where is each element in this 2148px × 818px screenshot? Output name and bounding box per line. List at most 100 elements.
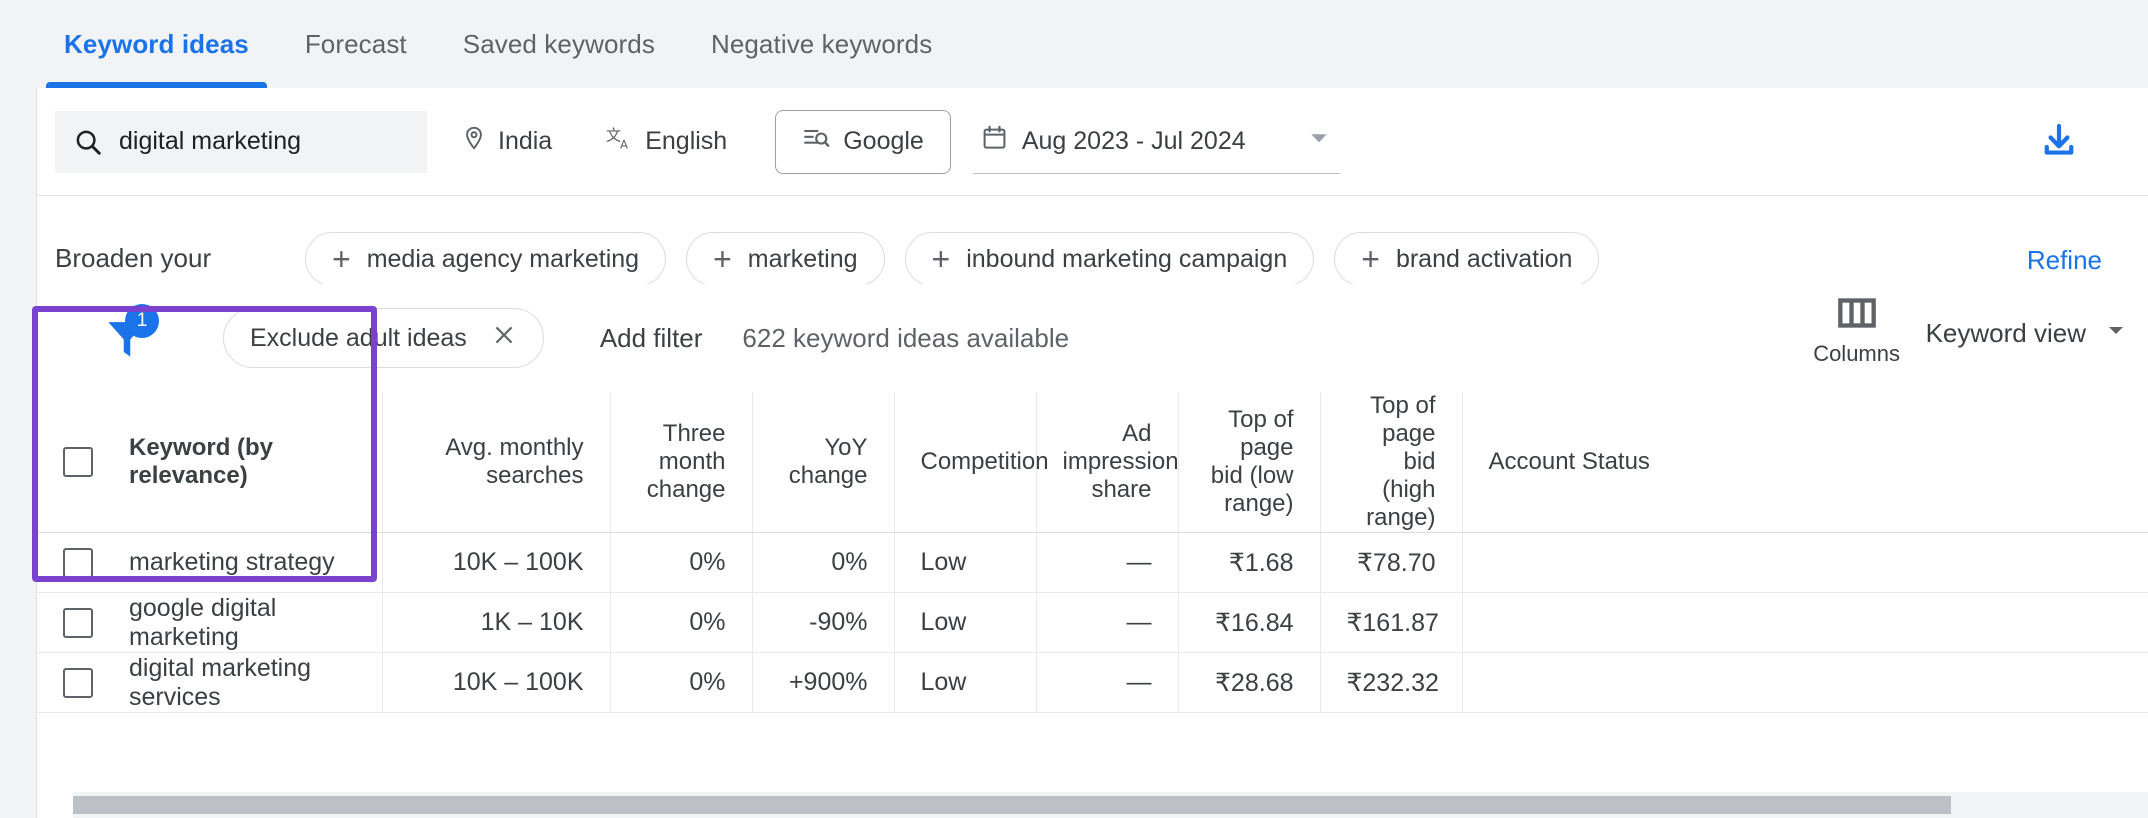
table-cell-three-month-change: 0% — [610, 652, 753, 713]
cell-value: 0% — [689, 548, 726, 576]
column-header[interactable]: Account Status — [1462, 392, 2148, 533]
table-cell-keyword: digital marketing services — [37, 652, 383, 713]
close-icon[interactable] — [491, 322, 517, 355]
cell-value: 1K – 10K — [480, 608, 584, 636]
column-header-label: Avg. monthly searches — [445, 434, 584, 489]
column-header-label: YoY change — [788, 434, 868, 489]
date-range-selector[interactable]: Aug 2023 - Jul 2024 — [972, 110, 1340, 174]
cell-value: Low — [920, 608, 967, 636]
add-filter-button[interactable]: Add filter — [600, 323, 703, 354]
translate-icon: 文A — [606, 124, 634, 159]
horizontal-scrollbar[interactable] — [73, 792, 2148, 818]
column-header[interactable]: Avg. monthly searches — [382, 392, 611, 533]
language-selector[interactable]: 文A English — [586, 111, 747, 173]
cell-value: 10K – 100K — [452, 548, 584, 576]
table-cell-three-month-change: 0% — [610, 592, 753, 653]
table-cell-ad-impression-share: — — [1036, 652, 1179, 713]
column-header[interactable]: Three month change — [610, 392, 753, 533]
column-header-label: Competition — [920, 448, 1049, 475]
cell-value: ₹232.32 — [1346, 668, 1439, 697]
table-cell-ad-impression-share: — — [1036, 592, 1179, 653]
table-cell-keyword: marketing strategy — [37, 532, 383, 593]
search-icon — [73, 127, 103, 157]
table-row[interactable]: digital marketing services 10K – 100K 0% +9… — [37, 652, 2148, 713]
tab-label: Negative keywords — [710, 28, 933, 59]
column-header[interactable]: Top of page bid (high range) — [1320, 392, 1463, 533]
view-selector[interactable]: Keyword view — [1926, 318, 2128, 349]
cell-value: 0% — [689, 608, 726, 636]
search-input-value: digital marketing — [119, 127, 302, 155]
columns-icon — [1837, 296, 1877, 335]
table-cell-competition: Low — [894, 532, 1037, 593]
column-header[interactable]: Competition — [894, 392, 1049, 533]
table-cell-avg-monthly-searches: 10K – 100K — [382, 532, 611, 593]
keyword-label: google digital marketing — [129, 593, 277, 651]
table-cell-competition: Low — [894, 592, 1037, 653]
available-count-label: 622 keyword ideas available — [742, 322, 1070, 353]
column-header[interactable]: Keyword (by relevance) — [37, 392, 383, 533]
tab-saved-keywords[interactable]: Saved keywords — [435, 0, 683, 88]
calendar-icon — [981, 124, 1008, 158]
table-cell-bid-high: ₹78.70 — [1320, 532, 1463, 593]
column-header[interactable]: YoY change — [752, 392, 895, 533]
location-pin-icon — [461, 125, 487, 158]
scrollbar-thumb[interactable] — [73, 796, 1951, 814]
table-row[interactable]: google digital marketing 1K – 10K 0% -90% Lo… — [37, 592, 2148, 653]
table-row[interactable]: marketing strategy 10K – 100K 0% 0% Low — ₹1.6… — [37, 532, 2148, 593]
location-selector[interactable]: India — [441, 111, 572, 173]
cell-value: -90% — [809, 608, 868, 636]
cell-value: ₹1.68 — [1228, 548, 1294, 577]
table-cell-avg-monthly-searches: 1K – 10K — [382, 592, 611, 653]
filter-funnel-button[interactable]: 1 — [99, 304, 159, 366]
table-cell-keyword: google digital marketing — [37, 592, 383, 653]
column-header-label: Three month change — [646, 420, 726, 503]
search-input[interactable]: digital marketing — [55, 110, 427, 173]
broaden-chip[interactable]: + inbound marketing campaign — [904, 232, 1315, 286]
view-selector-label: Keyword view — [1925, 318, 2086, 348]
svg-text:文: 文 — [606, 126, 621, 144]
cell-value: Low — [920, 668, 967, 696]
keyword-label: digital marketing services — [129, 653, 312, 711]
table-cell-bid-low: ₹1.68 — [1178, 532, 1321, 593]
broaden-chip[interactable]: + brand activation — [1334, 232, 1600, 286]
columns-button[interactable]: Columns — [1813, 296, 1900, 367]
network-selector[interactable]: Google — [775, 109, 951, 174]
tab-label: Saved keywords — [462, 28, 655, 59]
table-cell-competition: Low — [894, 652, 1037, 713]
refine-link[interactable]: Refine — [2027, 245, 2102, 276]
svg-text:A: A — [620, 138, 628, 152]
keyword-ideas-table: Keyword (by relevance) Avg. monthly searc… — [37, 392, 2148, 713]
tab-negative-keywords[interactable]: Negative keywords — [683, 0, 960, 88]
select-all-checkbox[interactable] — [63, 447, 93, 477]
table-cell-account-status — [1462, 652, 2148, 713]
column-header[interactable]: Ad impression share — [1036, 392, 1179, 533]
table-cell-yoy-change: +900% — [752, 652, 895, 713]
cell-value: +900% — [788, 668, 868, 696]
column-header[interactable]: Top of page bid (low range) — [1178, 392, 1321, 533]
download-button[interactable] — [2032, 116, 2086, 170]
table-header: Keyword (by relevance) Avg. monthly searc… — [37, 392, 2148, 533]
row-checkbox[interactable] — [63, 547, 93, 578]
broaden-label: Broaden your — [55, 243, 212, 273]
table-cell-bid-high: ₹232.32 — [1320, 652, 1463, 713]
row-checkbox[interactable] — [63, 607, 93, 638]
broaden-search-row: Broaden your + media agency marketing + mar… — [37, 197, 2148, 286]
cell-value: 10K – 100K — [452, 668, 584, 696]
column-header-label: Top of page bid (high range) — [1366, 392, 1436, 531]
column-header-label: Keyword (by relevance) — [129, 434, 274, 489]
tab-keyword-ideas[interactable]: Keyword ideas — [36, 0, 277, 88]
row-checkbox[interactable] — [63, 667, 93, 698]
location-label: India — [498, 127, 553, 155]
cell-value: ₹78.70 — [1357, 548, 1436, 577]
tab-forecast[interactable]: Forecast — [277, 0, 435, 88]
broaden-chip[interactable]: + marketing — [686, 232, 885, 286]
broaden-chip[interactable]: + media agency marketing — [305, 232, 667, 286]
table-cell-account-status — [1462, 532, 2148, 593]
cell-value: — — [1126, 608, 1152, 636]
filter-toolbar: 1 Exclude adult ideas Add filter 622 key… — [37, 284, 2148, 392]
keyword-ideas-table-wrap: Keyword (by relevance) Avg. monthly searc… — [37, 392, 2148, 818]
broaden-chip-label: media agency marketing — [366, 244, 640, 273]
download-icon — [2038, 120, 2080, 167]
table-cell-bid-low: ₹28.68 — [1178, 652, 1321, 713]
active-filter-chip[interactable]: Exclude adult ideas — [223, 308, 544, 368]
